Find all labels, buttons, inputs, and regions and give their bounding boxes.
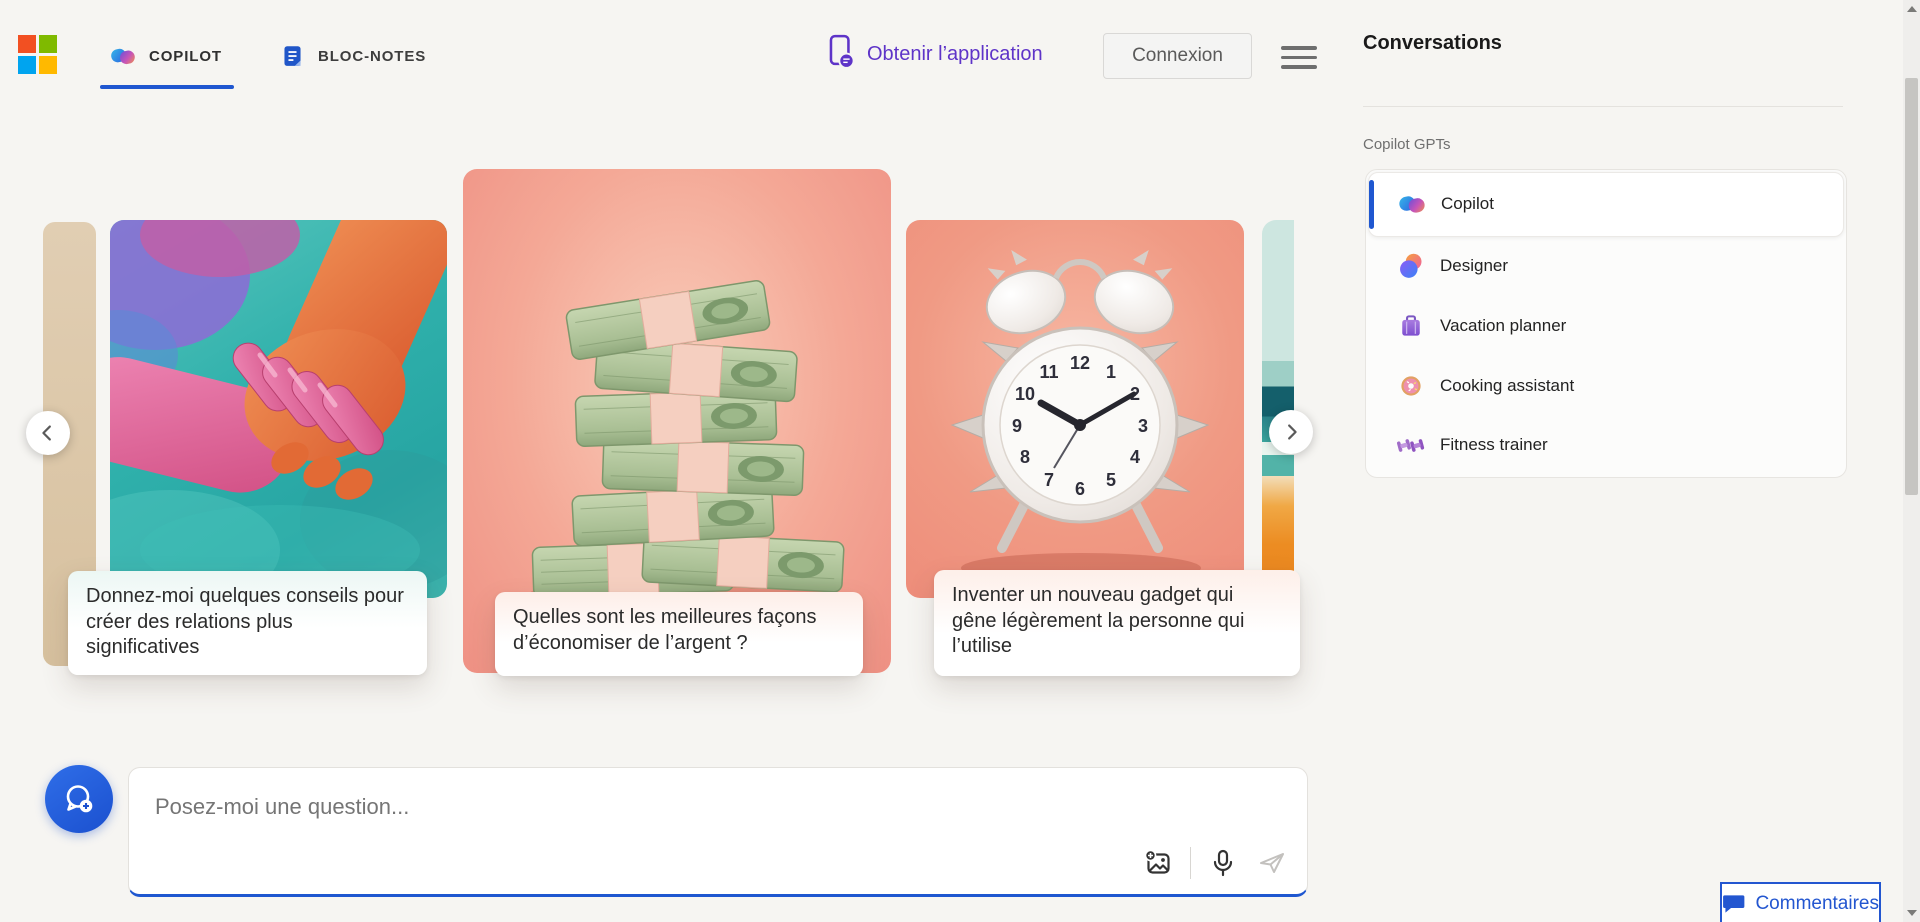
phone-app-icon [827,34,854,75]
svg-text:6: 6 [1075,479,1085,499]
add-image-button[interactable] [1141,846,1175,880]
new-chat-icon [61,781,97,817]
feedback-bubble-icon [1722,894,1745,914]
gpt-item-label: Copilot [1441,194,1494,214]
scrollbar-down-arrow[interactable] [1907,910,1917,916]
svg-text:9: 9 [1012,416,1022,436]
gpt-item-label: Fitness trainer [1440,435,1548,455]
hamburger-bar [1281,56,1317,60]
carousel-next-button[interactable] [1269,410,1313,454]
hamburger-bar [1281,65,1317,69]
svg-text:1: 1 [1106,362,1116,382]
microphone-icon [1208,848,1238,878]
carousel-card-alarm-clock[interactable]: 1212 345 678 91011 [906,220,1244,598]
svg-text:5: 5 [1106,470,1116,490]
chevron-right-icon [1280,421,1302,443]
get-app-label: Obtenir l’application [867,43,1043,66]
chevron-left-icon [37,422,59,444]
chat-composer [128,767,1308,897]
donut-icon [1396,371,1426,401]
sign-in-label: Connexion [1132,45,1223,67]
add-image-icon [1143,848,1173,878]
svg-text:11: 11 [1039,362,1058,382]
copilot-page: COPILOT BLOC-NOTES Obtenir l’application [0,0,1920,922]
page-scrollbar-thumb[interactable] [1905,78,1918,495]
sidebar-divider [1363,106,1843,107]
handshake-painting [110,220,447,598]
conversations-title: Conversations [1363,32,1502,55]
dumbbells-icon [1396,430,1426,460]
microphone-button[interactable] [1206,846,1240,880]
send-icon [1257,848,1287,878]
ms-logo-square-red [18,35,36,53]
money-stack-image [498,224,856,624]
tab-bloc-notes-label: BLOC-NOTES [318,48,426,65]
designer-icon [1396,251,1426,281]
suitcase-icon [1396,311,1426,341]
carousel-card-handshake[interactable] [110,220,447,598]
microsoft-logo[interactable] [18,35,57,74]
svg-text:7: 7 [1044,470,1054,490]
gpt-item-label: Cooking assistant [1440,376,1574,396]
svg-text:3: 3 [1138,416,1148,436]
copilot-logo-icon [1397,189,1427,219]
ms-logo-square-green [39,35,57,53]
prompt-text: Donnez-moi quelques conseils pour créer … [86,585,404,658]
menu-button[interactable] [1281,46,1317,69]
svg-text:4: 4 [1130,447,1140,467]
prompt-card-economiser[interactable]: Quelles sont les meilleures façons d’éco… [495,592,863,676]
get-app-link[interactable]: Obtenir l’application [827,33,1043,75]
svg-text:8: 8 [1020,447,1030,467]
copilot-gpts-panel: Copilot Designer Vacation planner [1365,169,1847,478]
gpt-item-copilot[interactable]: Copilot [1368,172,1844,237]
gpt-item-fitness-trainer[interactable]: Fitness trainer [1368,415,1844,475]
gpt-item-label: Vacation planner [1440,316,1566,336]
feedback-label: Commentaires [1755,893,1879,915]
prompt-card-gadget[interactable]: Inventer un nouveau gadget qui gêne légè… [934,570,1300,676]
notebook-icon [277,41,307,71]
ms-logo-square-yellow [39,56,57,74]
composer-divider [1190,847,1191,879]
gpt-item-cooking-assistant[interactable]: Cooking assistant [1368,356,1844,416]
tab-copilot[interactable]: COPILOT [108,33,222,79]
send-button[interactable] [1255,846,1289,880]
sign-in-button[interactable]: Connexion [1103,33,1252,79]
copilot-logo-icon [108,41,138,71]
active-tab-indicator [100,85,234,89]
hamburger-bar [1281,46,1317,50]
prompt-text: Quelles sont les meilleures façons d’éco… [513,606,816,654]
feedback-button[interactable]: Commentaires [1720,882,1881,922]
alarm-clock-image: 1212 345 678 91011 [906,220,1244,598]
prompt-card-relations[interactable]: Donnez-moi quelques conseils pour créer … [68,571,427,675]
chat-input[interactable] [153,782,957,832]
tab-copilot-label: COPILOT [149,48,222,65]
tab-bloc-notes[interactable]: BLOC-NOTES [277,33,426,79]
svg-text:12: 12 [1070,353,1090,373]
gpt-item-label: Designer [1440,256,1508,276]
prompt-text: Inventer un nouveau gadget qui gêne légè… [952,584,1244,657]
copilot-gpts-label: Copilot GPTs [1363,136,1451,153]
gpt-item-vacation-planner[interactable]: Vacation planner [1368,296,1844,356]
svg-text:10: 10 [1015,384,1035,404]
gpt-item-designer[interactable]: Designer [1368,237,1844,297]
carousel-prev-button[interactable] [26,411,70,455]
new-topic-button[interactable] [45,765,113,833]
ms-logo-square-blue [18,56,36,74]
scrollbar-up-arrow[interactable] [1907,6,1917,12]
